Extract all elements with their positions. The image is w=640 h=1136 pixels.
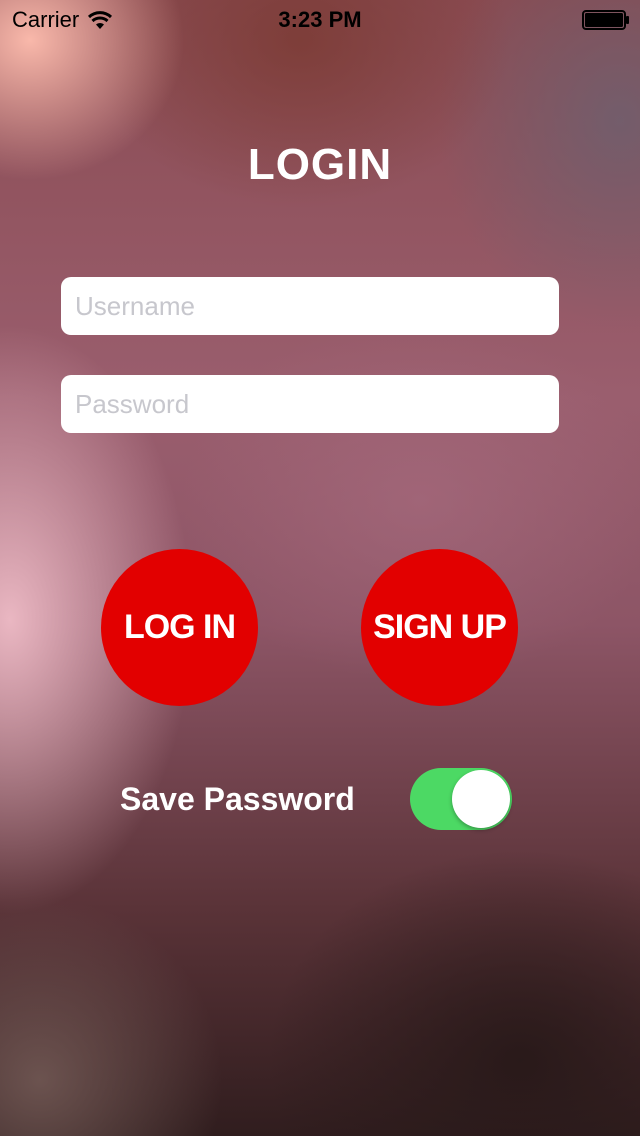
login-button[interactable]: LOG IN [101, 549, 258, 706]
save-password-label: Save Password [120, 781, 355, 817]
status-time: 3:23 PM [278, 7, 362, 32]
page-title: LOGIN [247, 140, 393, 189]
battery-icon [582, 10, 629, 30]
signup-button[interactable]: SIGN UP [361, 549, 518, 706]
password-field[interactable] [61, 375, 559, 433]
username-field[interactable] [61, 277, 559, 335]
status-bar: Carrier 3:23 PM [0, 0, 640, 40]
toggle-knob [452, 770, 510, 828]
save-password-toggle[interactable] [410, 768, 512, 830]
